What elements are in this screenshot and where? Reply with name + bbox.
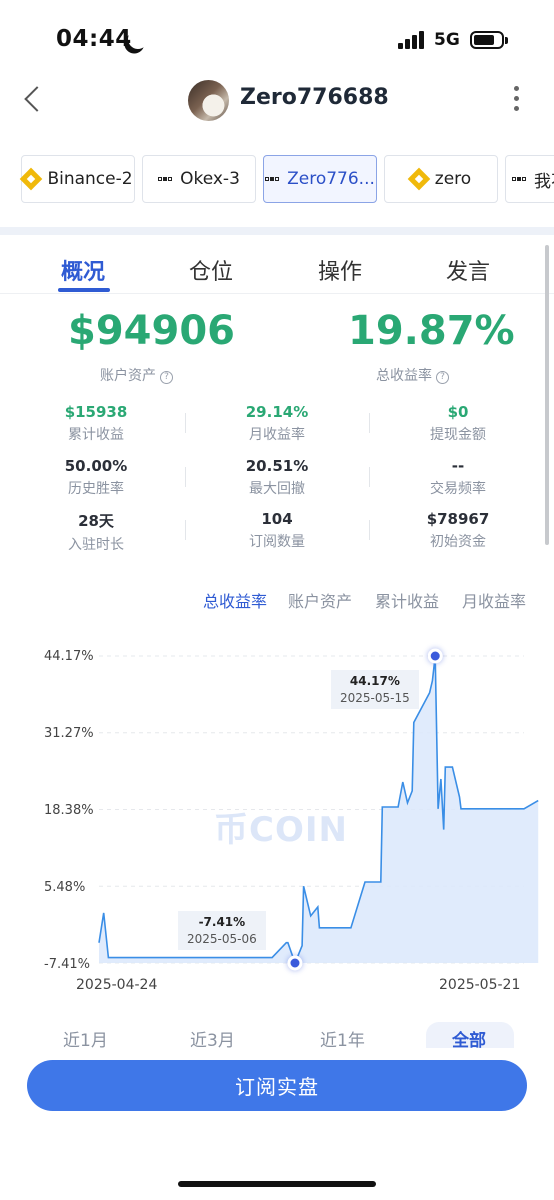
chart-tab-cumulative-profit[interactable]: 累计收益 (375, 588, 439, 612)
signal-icon (398, 31, 426, 49)
range-all[interactable]: 全部 (452, 1026, 486, 1051)
metric-subscribers: 104 订阅数量 (249, 510, 305, 550)
okx-icon (265, 177, 280, 181)
metric-divider (369, 520, 370, 540)
chart-metric-tabs: 总收益率 账户资产 累计收益 月收益率 (0, 588, 554, 614)
range-1y[interactable]: 近1年 (320, 1026, 365, 1051)
account-chip-label: 我不 (534, 171, 554, 192)
range-1m[interactable]: 近1月 (63, 1026, 108, 1051)
min-tooltip: -7.41% 2025-05-06 (178, 911, 266, 950)
metric-initial-capital: $78967 初始资金 (426, 510, 490, 550)
help-icon[interactable]: ? (436, 371, 449, 384)
account-selector: Binance-2 Okex-3 Zero776... zero 我不 (0, 155, 554, 203)
metric-win-rate: 50.00% 历史胜率 (64, 457, 128, 497)
account-chip-okex-3[interactable]: Okex-3 (142, 155, 256, 203)
okx-icon (158, 177, 173, 181)
back-icon[interactable] (24, 86, 50, 112)
metric-divider (185, 467, 186, 487)
home-indicator (178, 1181, 376, 1187)
network-type: 5G (434, 30, 460, 50)
main-tabs: 概况 仓位 操作 发言 (0, 240, 554, 294)
metric-max-drawdown: 20.51% 最大回撤 (245, 457, 309, 497)
return-chart[interactable]: 44.17% 31.27% 18.38% 5.48% -7.41% 币COIN … (0, 630, 554, 1000)
tab-posts[interactable]: 发言 (446, 254, 490, 286)
max-point-marker[interactable] (427, 648, 443, 664)
chart-tab-account-assets[interactable]: 账户资产 (288, 588, 352, 612)
min-point-marker[interactable] (287, 955, 303, 971)
account-chip-label: zero (434, 169, 472, 189)
metric-withdrawal: $0 提现金额 (430, 403, 486, 443)
metric-divider (369, 467, 370, 487)
account-chip-label: Okex-3 (180, 169, 240, 189)
range-3m[interactable]: 近3月 (190, 1026, 235, 1051)
chart-tab-monthly-return[interactable]: 月收益率 (462, 588, 526, 612)
status-time: 04:44 (56, 26, 132, 52)
account-assets-value: $94906 (68, 308, 235, 354)
x-tick-label: 2025-04-24 (76, 977, 158, 993)
page-title: Zero776688 (240, 85, 389, 110)
tab-underline (58, 288, 110, 292)
subscribe-button[interactable]: 订阅实盘 (27, 1060, 527, 1111)
account-chip-binance-2[interactable]: Binance-2 (20, 155, 135, 203)
tab-overview[interactable]: 概况 (61, 254, 105, 286)
metric-divider (369, 413, 370, 433)
account-chip-zero776[interactable]: Zero776... (263, 155, 377, 203)
metric-cumulative-profit: $15938 累计收益 (64, 403, 128, 443)
binance-icon (407, 167, 431, 191)
metric-divider (185, 520, 186, 540)
account-chip-partial[interactable]: 我不 (505, 155, 554, 203)
account-chip-label: Binance-2 (47, 169, 133, 189)
status-bar: 04:44 5G (0, 0, 554, 70)
total-return-label: 总收益率? (376, 365, 449, 385)
chart-tab-total-return[interactable]: 总收益率 (203, 588, 267, 612)
metric-trade-frequency: -- 交易频率 (430, 457, 486, 497)
section-divider (0, 227, 554, 235)
metric-divider (185, 413, 186, 433)
max-tooltip: 44.17% 2025-05-15 (331, 670, 419, 709)
nav-header: Zero776688 (0, 70, 554, 130)
account-assets-label: 账户资产? (100, 365, 173, 385)
tab-operations[interactable]: 操作 (318, 254, 362, 286)
more-icon[interactable] (514, 86, 520, 114)
metric-tenure: 28天 入驻时长 (68, 512, 124, 553)
binance-icon (20, 167, 43, 191)
okx-icon (512, 177, 527, 181)
total-return-value: 19.87% (348, 308, 515, 354)
account-chip-label: Zero776... (287, 169, 375, 189)
chart-plot (98, 648, 539, 971)
tab-positions[interactable]: 仓位 (189, 254, 233, 286)
range-selector: 近1月 近3月 近1年 全部 (0, 1022, 554, 1052)
metric-monthly-return: 29.14% 月收益率 (245, 403, 309, 443)
avatar (188, 80, 229, 121)
scrollbar[interactable] (545, 245, 549, 545)
help-icon[interactable]: ? (160, 371, 173, 384)
battery-icon (470, 31, 508, 49)
account-chip-zero[interactable]: zero (384, 155, 498, 203)
x-tick-label: 2025-05-21 (439, 977, 521, 993)
